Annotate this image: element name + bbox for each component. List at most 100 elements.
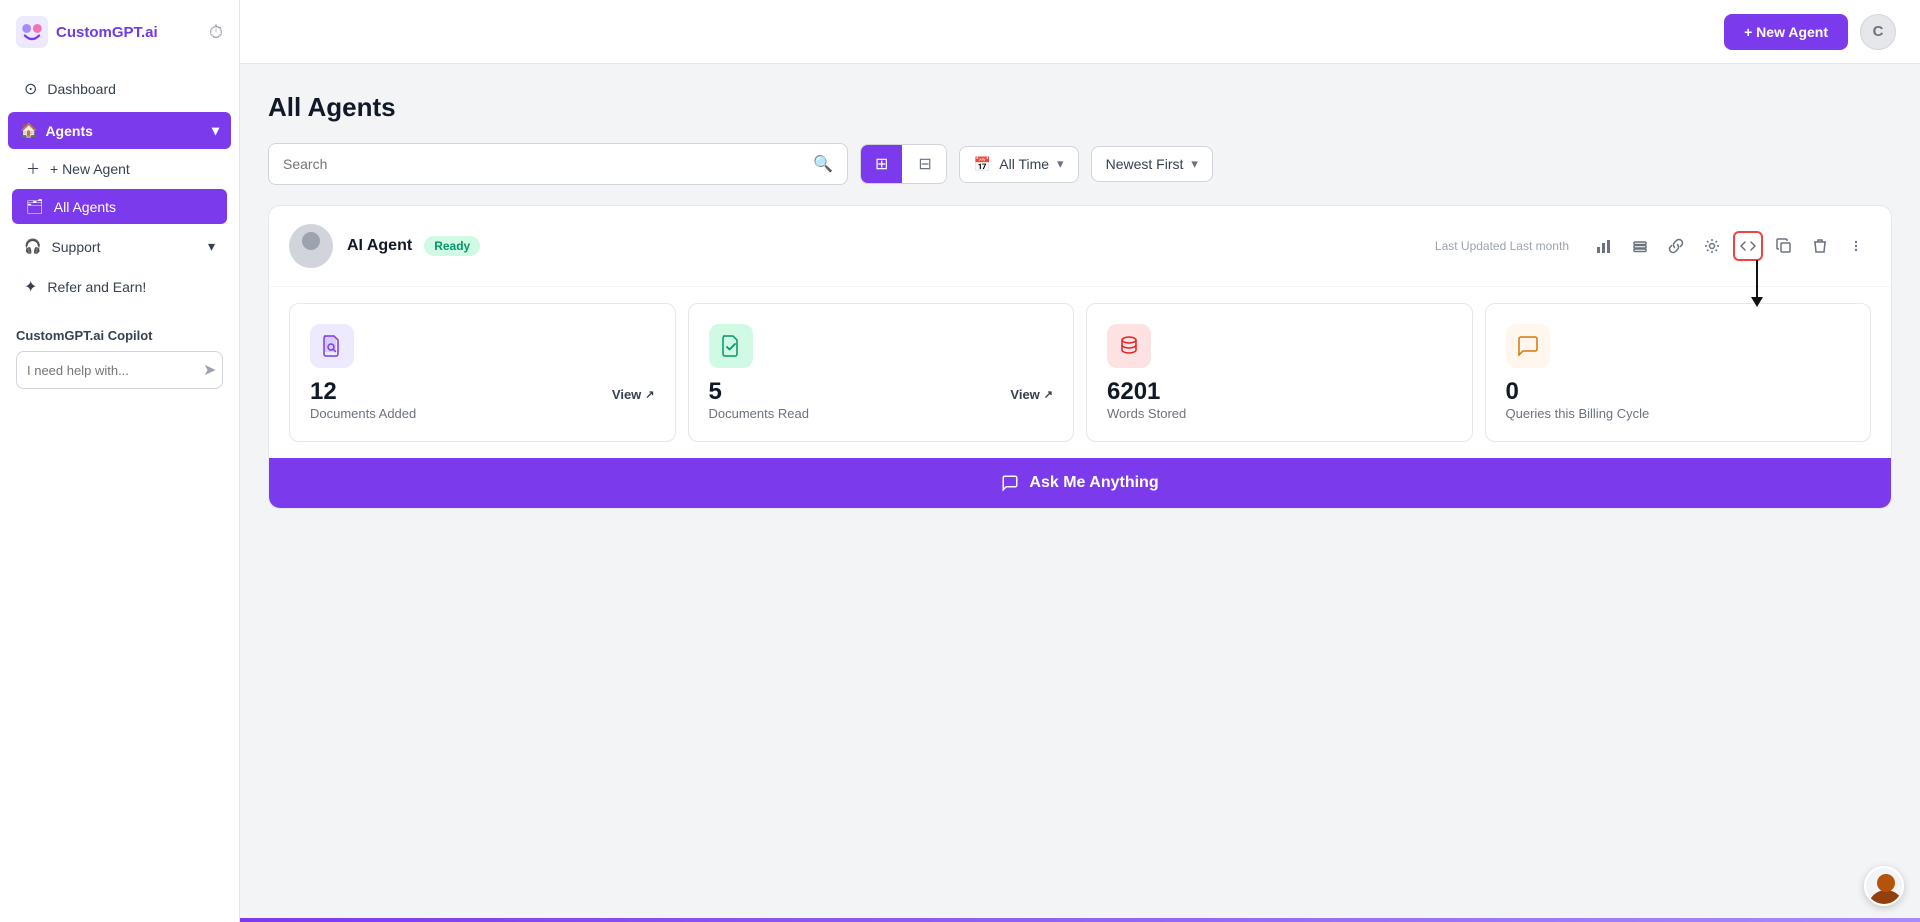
documents-read-value: 5: [709, 378, 809, 406]
copilot-input[interactable]: [27, 363, 203, 378]
sidebar-item-dashboard[interactable]: ⊙ Dashboard: [8, 69, 231, 109]
sidebar-item-refer[interactable]: ✦ Refer and Earn!: [8, 267, 231, 307]
topbar: + New Agent C: [240, 0, 1920, 64]
list-view-button[interactable]: ⊟: [904, 145, 945, 183]
history-icon[interactable]: ⏱: [209, 22, 223, 43]
gear-icon: [1704, 238, 1720, 254]
stat-documents-added-bottom: 12 Documents Added View ↗: [310, 378, 655, 421]
documents-read-label: Documents Read: [709, 406, 809, 421]
agents-header-icon: 🏠: [20, 122, 37, 139]
external-link-icon: ↗: [645, 388, 654, 401]
queries-label: Queries this Billing Cycle: [1506, 406, 1650, 421]
send-icon[interactable]: ➤: [203, 360, 216, 380]
link-button[interactable]: [1661, 231, 1691, 261]
chat-icon: [1516, 334, 1540, 358]
copilot-label: CustomGPT.ai Copilot: [16, 328, 223, 343]
grid-view-button[interactable]: ⊞: [861, 145, 902, 183]
ask-bar[interactable]: Ask Me Anything: [269, 458, 1891, 508]
logo: CustomGPT.ai: [16, 16, 158, 48]
agent-name: AI Agent: [347, 237, 412, 255]
stat-card-documents-added: 12 Documents Added View ↗: [289, 303, 676, 442]
documents-added-value: 12: [310, 378, 416, 406]
stat-card-queries: 0 Queries this Billing Cycle: [1485, 303, 1872, 442]
documents-added-view-link[interactable]: View ↗: [612, 387, 655, 402]
agent-card-header: AI Agent Ready Last Updated Last month: [269, 206, 1891, 287]
logo-text: CustomGPT.ai: [56, 24, 158, 41]
agents-header[interactable]: 🏠 Agents ▾: [8, 112, 231, 149]
search-input[interactable]: [283, 156, 803, 172]
page-title: All Agents: [268, 92, 1892, 123]
copilot-input-wrap: ➤: [16, 351, 223, 389]
sidebar-logo-area: CustomGPT.ai ⏱: [0, 16, 239, 68]
new-agent-button[interactable]: + New Agent: [1724, 14, 1848, 50]
queries-value: 0: [1506, 378, 1650, 406]
settings-button[interactable]: [1697, 231, 1727, 261]
search-icon: 🔍: [813, 154, 833, 174]
calendar-icon: 📅: [974, 156, 991, 173]
arrow-head: [1751, 297, 1763, 307]
ask-bar-label: Ask Me Anything: [1029, 474, 1158, 492]
words-stored-value: 6201: [1107, 378, 1186, 406]
stats-button[interactable]: [1589, 231, 1619, 261]
filter-bar: 🔍 ⊞ ⊟ 📅 All Time ▾ Newest First ▾: [268, 143, 1892, 185]
avatar: [289, 224, 333, 268]
refer-label: Refer and Earn!: [47, 279, 146, 295]
dots-icon: [1848, 238, 1864, 254]
stat-queries-bottom: 0 Queries this Billing Cycle: [1506, 378, 1851, 421]
documents-read-icon-wrap: [709, 324, 753, 368]
status-badge: Ready: [424, 236, 480, 256]
agents-group: 🏠 Agents ▾ ＋ + New Agent 🗂 All Agents: [8, 112, 231, 225]
time-filter[interactable]: 📅 All Time ▾: [959, 146, 1079, 183]
delete-button[interactable]: [1805, 231, 1835, 261]
all-agents-label: All Agents: [54, 199, 116, 215]
sidebar-item-new-agent[interactable]: ＋ + New Agent: [12, 150, 227, 188]
copy-icon: [1776, 238, 1792, 254]
chat-bubble-icon: [1001, 474, 1019, 492]
logo-icon: [16, 16, 48, 48]
agents-chevron-icon: ▾: [212, 122, 219, 139]
user-avatar-image: [1864, 866, 1904, 906]
documents-read-view-link[interactable]: View ↗: [1010, 387, 1053, 402]
stat-card-documents-read: 5 Documents Read View ↗: [688, 303, 1075, 442]
code-icon: [1740, 238, 1756, 254]
view-toggle: ⊞ ⊟: [860, 144, 947, 184]
database-icon: [1117, 334, 1141, 358]
agent-card: AI Agent Ready Last Updated Last month: [268, 205, 1892, 509]
plus-icon: ＋: [26, 159, 40, 179]
bar-chart-icon: [1596, 238, 1612, 254]
user-photo: [1866, 868, 1904, 906]
queries-icon-wrap: [1506, 324, 1550, 368]
arrow-line: [1756, 260, 1758, 298]
arrow-annotation: [1751, 260, 1763, 307]
stats-grid: 12 Documents Added View ↗: [269, 287, 1891, 458]
documents-added-icon-wrap: [310, 324, 354, 368]
new-agent-label: + New Agent: [50, 161, 130, 177]
copy-button[interactable]: [1769, 231, 1799, 261]
data-button[interactable]: [1625, 231, 1655, 261]
main-area: + New Agent C All Agents 🔍 ⊞ ⊟ 📅 All Tim…: [240, 0, 1920, 922]
more-button[interactable]: [1841, 231, 1871, 261]
stat-card-words-stored: 6201 Words Stored: [1086, 303, 1473, 442]
embed-button[interactable]: [1733, 231, 1763, 261]
time-chevron-icon: ▾: [1057, 156, 1064, 172]
sidebar-item-support[interactable]: 🎧 Support ▾: [8, 228, 231, 265]
stat-words-stored-bottom: 6201 Words Stored: [1107, 378, 1452, 421]
sort-filter[interactable]: Newest First ▾: [1091, 146, 1213, 182]
support-icon: 🎧: [24, 238, 41, 255]
bottom-accent: [240, 918, 1920, 922]
sidebar: CustomGPT.ai ⏱ ⊙ Dashboard 🏠 Agents ▾ ＋ …: [0, 0, 240, 922]
document-search-icon: [320, 334, 344, 358]
time-filter-label: All Time: [999, 156, 1049, 172]
support-chevron-icon: ▾: [208, 238, 215, 255]
agents-header-label: Agents: [45, 123, 92, 139]
user-avatar-bottom[interactable]: [1864, 866, 1904, 906]
trash-icon: [1812, 238, 1828, 254]
words-stored-icon-wrap: [1107, 324, 1151, 368]
external-link-icon2: ↗: [1044, 388, 1053, 401]
search-wrap: 🔍: [268, 143, 848, 185]
refer-icon: ✦: [24, 277, 37, 297]
sidebar-item-all-agents[interactable]: 🗂 All Agents: [12, 189, 227, 224]
sidebar-dashboard-label: Dashboard: [47, 81, 116, 97]
document-check-icon: [719, 334, 743, 358]
topbar-avatar[interactable]: C: [1860, 14, 1896, 50]
